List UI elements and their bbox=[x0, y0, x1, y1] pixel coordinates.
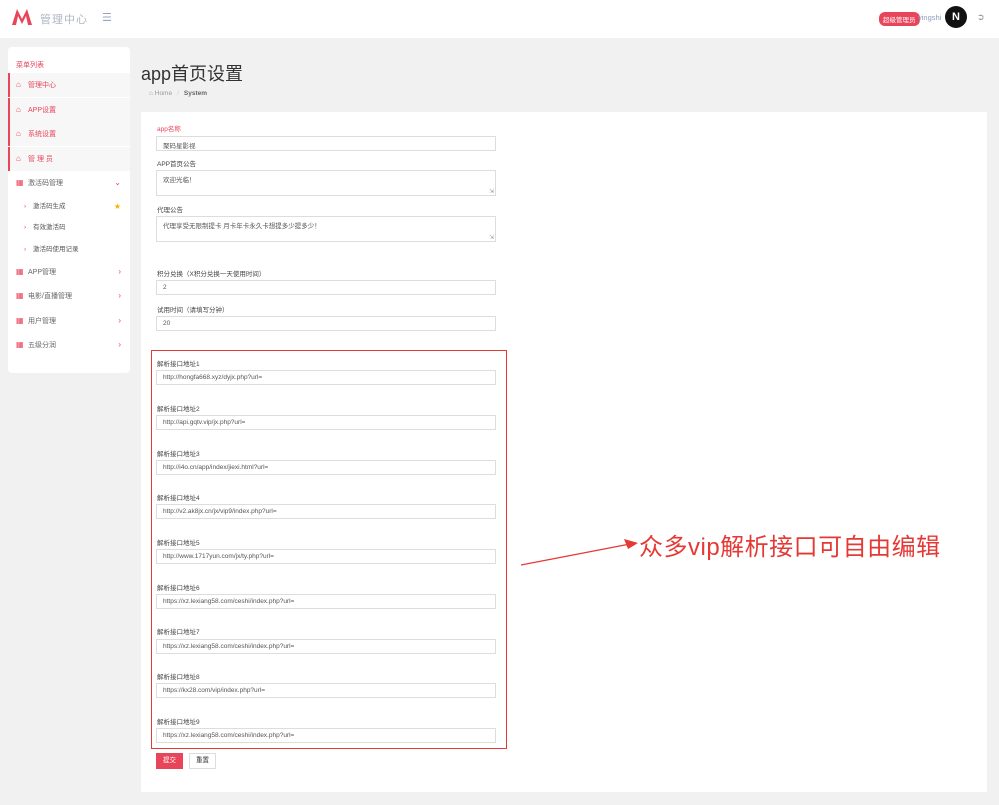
sidebar-subitem-label: 激活码生成 bbox=[33, 203, 66, 210]
chevron-right-icon: › bbox=[24, 203, 27, 210]
star-icon: ★ bbox=[113, 202, 121, 211]
points-label: 积分兑换（X积分兑换一天使用时间） bbox=[157, 271, 266, 278]
sidebar-item-label: 管 理 员 bbox=[28, 156, 53, 163]
home-icon: ⌂ bbox=[16, 80, 21, 89]
sidebar-item-app-settings[interactable]: ⌂ APP设置 bbox=[8, 98, 130, 122]
chevron-right-icon: › bbox=[24, 246, 27, 253]
grid-icon: ▦ bbox=[16, 267, 24, 276]
reset-button[interactable]: 重置 bbox=[189, 753, 216, 769]
sidebar-subitem-label: 有效激活码 bbox=[33, 224, 66, 231]
parser-label: 解析接口地址9 bbox=[157, 719, 200, 726]
notice-label: APP首页公告 bbox=[157, 161, 197, 168]
settings-form: app名称 聚码星影视 APP首页公告 欢迎光临！ ⇲ 代理公告 代理享受无限制… bbox=[141, 112, 987, 792]
sidebar-item-system-settings[interactable]: ⌂ 系统设置 bbox=[8, 122, 130, 146]
notice-text: 欢迎光临！ bbox=[163, 177, 196, 184]
avatar[interactable]: N bbox=[945, 6, 967, 28]
resize-grip-icon[interactable]: ⇲ bbox=[489, 188, 494, 195]
parser-input[interactable]: http://www.1717yun.com/jx/ty.php?url= bbox=[156, 549, 496, 564]
sidebar-item-users[interactable]: ▦ 用户管理 › bbox=[8, 309, 130, 333]
sidebar-item-label: 管理中心 bbox=[28, 82, 56, 89]
chevron-right-icon: › bbox=[118, 291, 121, 300]
parser-label: 解析接口地址5 bbox=[157, 540, 200, 547]
home-icon: ⌂ bbox=[16, 154, 21, 163]
sidebar-item-admin-center[interactable]: ⌂ 管理中心 bbox=[8, 73, 130, 97]
chevron-down-icon: ⌄ bbox=[114, 178, 121, 187]
sidebar-item-label: APP管理 bbox=[28, 269, 57, 276]
sidebar-subitem-code-usage[interactable]: › 激活码使用记录 bbox=[8, 239, 130, 260]
parser-input[interactable]: https://xz.lexiang58.com/ceshi/index.php… bbox=[156, 728, 496, 743]
parser-label: 解析接口地址3 bbox=[157, 451, 200, 458]
menu-toggle-icon[interactable]: ☰ bbox=[102, 11, 112, 24]
grid-icon: ▦ bbox=[16, 291, 24, 300]
sidebar-item-movie-live[interactable]: ▦ 电影/直播管理 › bbox=[8, 284, 130, 308]
parser-input[interactable]: https://xz.lexiang58.com/ceshi/index.php… bbox=[156, 639, 496, 654]
logout-icon[interactable]: ➲ bbox=[977, 12, 985, 23]
parser-input[interactable]: http://v2.ak8jx.cn/jx/vip9/index.php?url… bbox=[156, 504, 496, 519]
sidebar-item-label: APP设置 bbox=[28, 107, 57, 114]
app-name-label: app名称 bbox=[157, 126, 181, 133]
sidebar-subitem-valid-codes[interactable]: › 有效激活码 bbox=[8, 217, 130, 238]
username[interactable]: yingshi bbox=[918, 13, 941, 22]
resize-grip-icon[interactable]: ⇲ bbox=[489, 234, 494, 241]
submit-button[interactable]: 提交 bbox=[156, 753, 183, 769]
chevron-right-icon: › bbox=[24, 224, 27, 231]
calendar-icon: ▦ bbox=[16, 178, 24, 187]
parser-input[interactable]: http://api.gqtv.vip/jx.php?url= bbox=[156, 415, 496, 430]
points-input[interactable]: 2 bbox=[156, 280, 496, 295]
sidebar-item-label: 用户管理 bbox=[28, 318, 56, 325]
brand-title[interactable]: 管理中心 bbox=[40, 11, 88, 27]
parser-label: 解析接口地址2 bbox=[157, 406, 200, 413]
agent-notice-text: 代理享受无限制提卡 月卡年卡永久卡想提多少提多少！ bbox=[163, 223, 321, 230]
chevron-right-icon: › bbox=[118, 340, 121, 349]
sidebar-item-label: 五级分润 bbox=[28, 342, 56, 349]
home-icon: ⌂ bbox=[16, 129, 21, 138]
breadcrumb-current: System bbox=[183, 90, 208, 97]
sidebar-item-app-management[interactable]: ▦ APP管理 › bbox=[8, 260, 130, 284]
sidebar-item-activation-codes[interactable]: ▦ 激活码管理 ⌄ bbox=[8, 171, 130, 195]
parser-input[interactable]: https://xz.lexiang58.com/ceshi/index.php… bbox=[156, 594, 496, 609]
parser-input[interactable]: https://kx28.com/vip/index.php?url= bbox=[156, 683, 496, 698]
sidebar-item-label: 激活码管理 bbox=[28, 180, 63, 187]
logo-icon[interactable] bbox=[12, 9, 32, 25]
chevron-right-icon: › bbox=[118, 316, 121, 325]
grid-icon: ▦ bbox=[16, 340, 24, 349]
parser-label: 解析接口地址8 bbox=[157, 674, 200, 681]
sidebar-item-label: 电影/直播管理 bbox=[28, 293, 72, 300]
sidebar-item-label: 系统设置 bbox=[28, 131, 56, 138]
annotation-text: 众多vip解析接口可自由编辑 bbox=[639, 534, 941, 561]
notice-textarea[interactable]: 欢迎光临！ ⇲ bbox=[156, 170, 496, 196]
home-icon: ⌂ bbox=[16, 105, 21, 114]
parser-label: 解析接口地址1 bbox=[157, 361, 200, 368]
breadcrumb-home[interactable]: Home bbox=[155, 90, 172, 97]
trial-label: 试用时间（请填写分钟） bbox=[157, 307, 229, 314]
page-title: app首页设置 bbox=[141, 64, 244, 84]
home-icon: ⌂ bbox=[149, 90, 153, 97]
parser-input[interactable]: http://hongfa668.xyz/dyjx.php?url= bbox=[156, 370, 496, 385]
sidebar-subitem-generate-codes[interactable]: › 激活码生成 ★ bbox=[8, 196, 130, 217]
parser-label: 解析接口地址4 bbox=[157, 495, 200, 502]
sidebar-subitem-label: 激活码使用记录 bbox=[33, 246, 79, 253]
agent-notice-label: 代理公告 bbox=[157, 207, 183, 214]
parser-input[interactable]: http://i4o.cn/app/index/jiexi.html?url= bbox=[156, 460, 496, 475]
chevron-right-icon: › bbox=[118, 267, 121, 276]
sidebar: 菜单列表 ⌂ 管理中心 ⌂ APP设置 ⌂ 系统设置 ⌂ 管 理 员 ▦ 激活码管理 ⌄ … bbox=[8, 47, 130, 373]
parser-label: 解析接口地址7 bbox=[157, 629, 200, 636]
agent-notice-textarea[interactable]: 代理享受无限制提卡 月卡年卡永久卡想提多少提多少！ ⇲ bbox=[156, 216, 496, 242]
parser-label: 解析接口地址6 bbox=[157, 585, 200, 592]
role-badge: 超级管理员 bbox=[879, 12, 920, 26]
trial-input[interactable]: 20 bbox=[156, 316, 496, 331]
annotation-arrow bbox=[520, 539, 638, 566]
sidebar-title: 菜单列表 bbox=[16, 62, 44, 69]
sidebar-item-profit-share[interactable]: ▦ 五级分润 › bbox=[8, 333, 130, 357]
app-name-input[interactable]: 聚码星影视 bbox=[156, 136, 496, 151]
top-navbar: 管理中心 ☰ 超级管理员 yingshi N ➲ bbox=[0, 0, 999, 38]
breadcrumb: ⌂ Home / System bbox=[149, 90, 208, 97]
sidebar-item-administrators[interactable]: ⌂ 管 理 员 bbox=[8, 147, 130, 171]
grid-icon: ▦ bbox=[16, 316, 24, 325]
